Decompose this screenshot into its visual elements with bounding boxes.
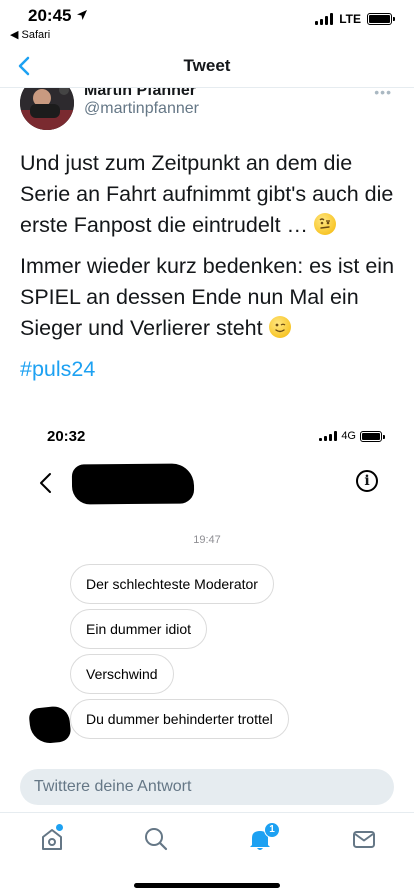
message-bubble: Ein dummer idiot bbox=[70, 609, 208, 649]
battery-icon bbox=[367, 13, 395, 25]
status-time: 20:45 bbox=[28, 6, 72, 25]
tweet-paragraph: Immer wieder kurz bedenken: es ist ein S… bbox=[20, 251, 400, 344]
message-bubble: Verschwind bbox=[70, 654, 174, 694]
reply-input[interactable]: Twittere deine Antwort bbox=[20, 769, 394, 805]
winking-face-emoji-icon bbox=[268, 316, 291, 338]
tweet-text: Und just zum Zeitpunkt an dem die Serie … bbox=[20, 148, 400, 395]
author-name[interactable]: Martin Pfanner bbox=[84, 88, 196, 100]
messages-mail-icon[interactable] bbox=[350, 825, 378, 853]
page-title: Tweet bbox=[183, 56, 231, 75]
network-type: LTE bbox=[339, 12, 361, 26]
author-handle[interactable]: @martinpfanner bbox=[84, 100, 199, 118]
notifications-badge: 1 bbox=[264, 822, 280, 838]
message-bubble: Der schlechteste Moderator bbox=[70, 564, 274, 604]
message-bubble: Du dummer behinderter trottel bbox=[70, 699, 289, 739]
tweet-paragraph-text: Und just zum Zeitpunkt an dem die Serie … bbox=[20, 151, 394, 237]
tweet-paragraph: #puls24 bbox=[20, 354, 400, 385]
raised-eyebrow-emoji-icon bbox=[314, 213, 336, 235]
embedded-signal-icon bbox=[319, 431, 338, 441]
cellular-signal-icon bbox=[315, 13, 334, 25]
tweet-paragraph: Und just zum Zeitpunkt an dem die Serie … bbox=[20, 148, 400, 241]
bottom-tab-bar: 1 bbox=[0, 812, 414, 896]
nav-header: Tweet bbox=[0, 44, 414, 88]
status-indicators: LTE bbox=[315, 12, 395, 26]
home-indicator[interactable] bbox=[134, 883, 280, 888]
status-bar: 20:45 ◀ Safari LTE bbox=[0, 0, 414, 44]
info-icon: i bbox=[356, 470, 378, 492]
embedded-status-indicators: 4G bbox=[319, 430, 385, 442]
redacted-sender-avatar bbox=[28, 705, 72, 745]
embedded-network-type: 4G bbox=[341, 430, 356, 442]
tweet-paragraph-text: Immer wieder kurz bedenken: es ist ein S… bbox=[20, 254, 395, 340]
back-to-safari-link[interactable]: ◀ Safari bbox=[10, 28, 50, 41]
location-arrow-icon bbox=[77, 10, 87, 20]
embedded-back-chevron-icon bbox=[40, 473, 51, 493]
embedded-screenshot[interactable]: 20:32 4G i 19:47 Der schlechteste Modera… bbox=[20, 418, 412, 758]
redacted-username bbox=[71, 463, 195, 505]
message-timestamp: 19:47 bbox=[193, 534, 221, 546]
avatar[interactable] bbox=[20, 88, 74, 130]
more-options-icon[interactable]: ••• bbox=[374, 88, 392, 100]
home-new-indicator bbox=[56, 824, 63, 831]
embedded-status-time: 20:32 bbox=[47, 428, 86, 445]
search-icon[interactable] bbox=[142, 825, 170, 853]
tweet-author: Martin Pfanner @martinpfanner ••• bbox=[0, 88, 414, 134]
embedded-battery-icon bbox=[360, 430, 385, 442]
hashtag-link[interactable]: #puls24 bbox=[20, 357, 95, 381]
